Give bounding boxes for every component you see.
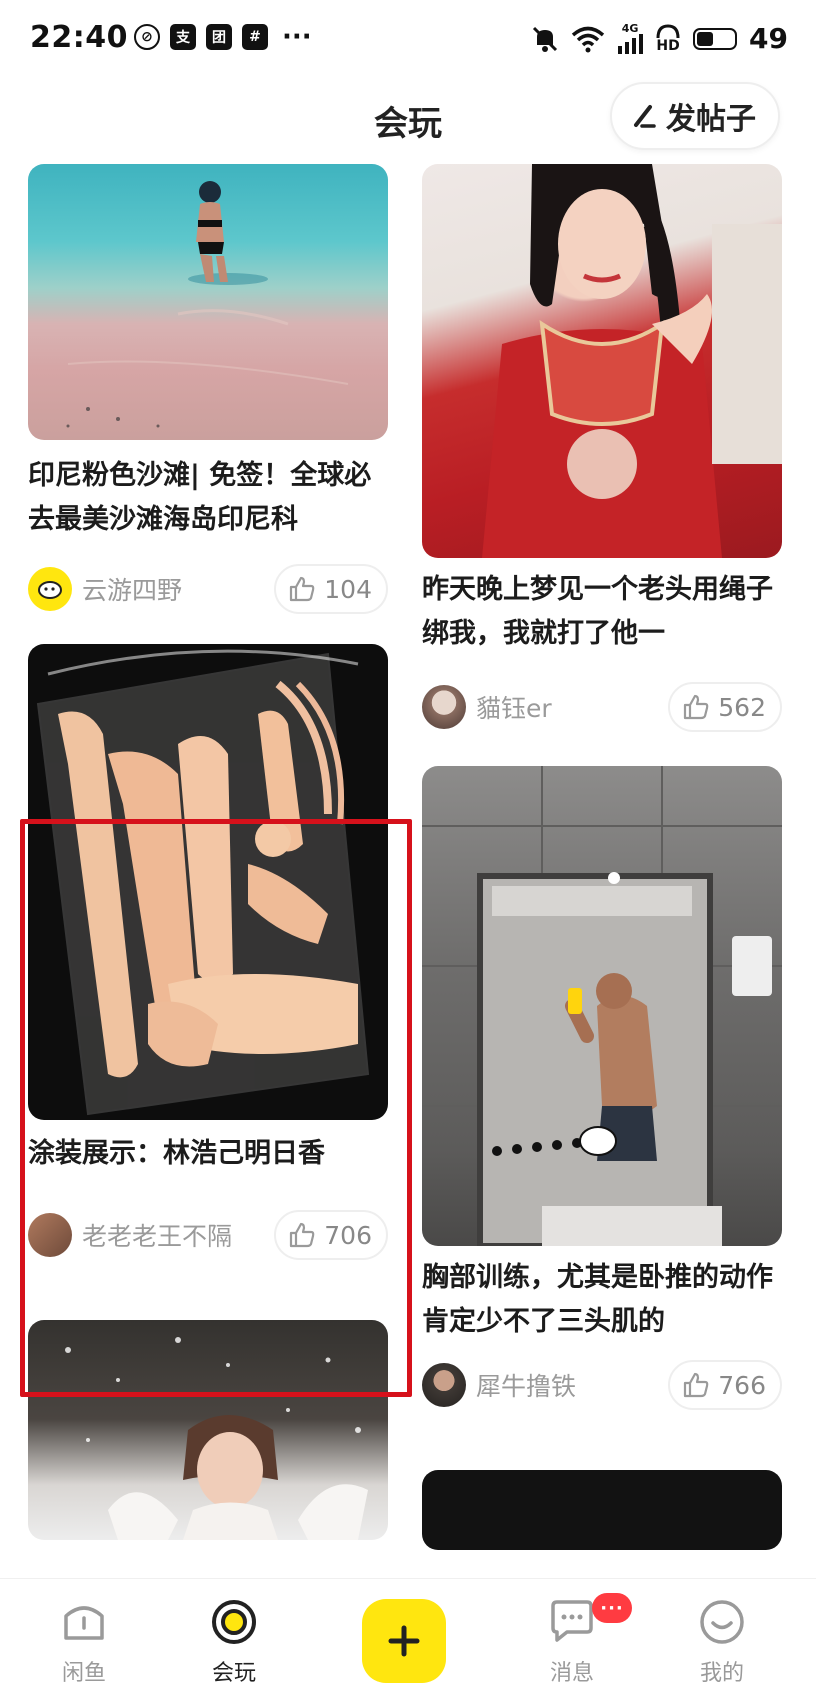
- like-count: 104: [324, 574, 372, 604]
- figure-parts-bag-photo[interactable]: [28, 644, 388, 1120]
- gym-mirror-selfie-photo[interactable]: [422, 766, 782, 1246]
- status-bar: 22:40 ⊘ 支 团 # ··· 4G HD 49: [0, 0, 816, 76]
- dark-photo[interactable]: [422, 1470, 782, 1550]
- signal-icon: 4G: [617, 23, 644, 54]
- post-title[interactable]: 印尼粉色沙滩| 免签！全球必去最美沙滩海岛印尼科: [28, 454, 388, 542]
- red-hanfu-portrait-photo[interactable]: [422, 164, 782, 558]
- pink-beach-photo[interactable]: [28, 164, 388, 440]
- nav-item-xianyu[interactable]: 闲鱼: [24, 1579, 144, 1696]
- thumbs-up-icon: [290, 576, 315, 602]
- post-card[interactable]: [422, 1470, 782, 1550]
- like-button[interactable]: 766: [668, 1360, 782, 1410]
- like-button[interactable]: 562: [668, 682, 782, 732]
- battery-icon: [693, 27, 738, 50]
- message-badge: ···: [592, 1593, 632, 1623]
- post-button-label: 发帖子: [666, 102, 756, 137]
- post-meta: 老老老王不隔 706: [28, 1210, 388, 1260]
- post-title[interactable]: 昨天晚上梦见一个老头用绳子绑我，我就打了他一: [422, 568, 782, 656]
- author-name[interactable]: 云游四野: [82, 571, 182, 607]
- thumbs-up-icon: [290, 1222, 315, 1248]
- nav-label: 会玩: [211, 1661, 256, 1686]
- author[interactable]: 云游四野: [28, 567, 182, 611]
- post-title[interactable]: 胸部训练，尤其是卧推的动作肯定少不了三头肌的: [422, 1256, 782, 1344]
- chat-icon: [547, 1597, 597, 1647]
- post-meta: 犀牛撸铁 766: [422, 1360, 782, 1410]
- nav-label: 消息: [549, 1661, 594, 1686]
- author-name[interactable]: 犀牛撸铁: [476, 1367, 576, 1403]
- do-not-disturb-icon: ⊘: [134, 24, 160, 50]
- thumbs-up-icon: [684, 694, 709, 720]
- avatar[interactable]: [28, 1213, 72, 1257]
- post-card[interactable]: 印尼粉色沙滩| 免签！全球必去最美沙滩海岛印尼科 云游四野 104: [28, 164, 388, 614]
- battery-fill: [697, 31, 713, 46]
- thumbs-up-icon: [684, 1372, 709, 1398]
- post-card[interactable]: [28, 1320, 388, 1540]
- post-title[interactable]: 涂装展示：林浩己明日香: [28, 1132, 388, 1176]
- like-button[interactable]: 706: [274, 1210, 388, 1260]
- hd-headset-icon: HD: [655, 23, 681, 54]
- post-card[interactable]: 胸部训练，尤其是卧推的动作肯定少不了三头肌的 犀牛撸铁 766: [422, 766, 782, 1410]
- plus-icon: [388, 1625, 420, 1657]
- wifi-icon: [571, 26, 605, 52]
- nav-item-me[interactable]: 我的: [662, 1579, 782, 1696]
- feed-column-right: 昨天晚上梦见一个老头用绳子绑我，我就打了他一 貓钰er 562 胸部训练，尤其是…: [422, 164, 782, 1550]
- nav-item-messages[interactable]: ··· 消息: [512, 1579, 632, 1696]
- avatar[interactable]: [422, 1363, 466, 1407]
- author[interactable]: 犀牛撸铁: [422, 1363, 576, 1407]
- publish-button[interactable]: [362, 1599, 446, 1683]
- post-card[interactable]: 涂装展示：林浩己明日香 老老老王不隔 706: [28, 644, 388, 1260]
- avatar[interactable]: [422, 685, 466, 729]
- like-count: 766: [718, 1370, 766, 1400]
- post-button[interactable]: 发帖子: [610, 82, 780, 150]
- author[interactable]: 老老老王不隔: [28, 1213, 232, 1257]
- app-icon: #: [242, 24, 268, 50]
- more-notifications-icon: ···: [282, 22, 312, 52]
- author-name[interactable]: 老老老王不隔: [82, 1217, 232, 1253]
- like-count: 706: [324, 1220, 372, 1250]
- bottom-nav: 闲鱼 会玩 ··· 消息 我的: [0, 1578, 816, 1696]
- alipay-icon: 支: [170, 24, 196, 50]
- avatar[interactable]: [28, 567, 72, 611]
- author-name[interactable]: 貓钰er: [476, 689, 552, 725]
- header: 会玩 发帖子: [0, 76, 816, 164]
- target-icon: [209, 1597, 259, 1647]
- snow-portrait-photo[interactable]: [28, 1320, 388, 1540]
- author[interactable]: 貓钰er: [422, 685, 552, 729]
- post-meta: 貓钰er 562: [422, 682, 782, 732]
- smile-icon: [697, 1597, 747, 1647]
- feed[interactable]: 印尼粉色沙滩| 免签！全球必去最美沙滩海岛印尼科 云游四野 104 涂装展示：林…: [0, 164, 816, 1578]
- status-time: 22:40: [30, 20, 128, 55]
- nav-label: 闲鱼: [61, 1661, 106, 1686]
- status-left-icons: ⊘ 支 团 # ···: [134, 24, 312, 50]
- like-button[interactable]: 104: [274, 564, 388, 614]
- nav-item-huiwan[interactable]: 会玩: [174, 1579, 294, 1696]
- battery-level: 49: [749, 22, 788, 55]
- status-right-icons: 4G HD 49: [531, 22, 788, 55]
- post-card[interactable]: 昨天晚上梦见一个老头用绳子绑我，我就打了他一 貓钰er 562: [422, 164, 782, 732]
- nav-label: 我的: [699, 1661, 744, 1686]
- home-icon: [59, 1597, 109, 1647]
- like-count: 562: [718, 692, 766, 722]
- post-meta: 云游四野 104: [28, 564, 388, 614]
- mute-icon: [532, 26, 558, 52]
- pen-icon: [634, 105, 656, 128]
- feed-column-left: 印尼粉色沙滩| 免签！全球必去最美沙滩海岛印尼科 云游四野 104 涂装展示：林…: [28, 164, 388, 1540]
- meituan-icon: 团: [206, 24, 232, 50]
